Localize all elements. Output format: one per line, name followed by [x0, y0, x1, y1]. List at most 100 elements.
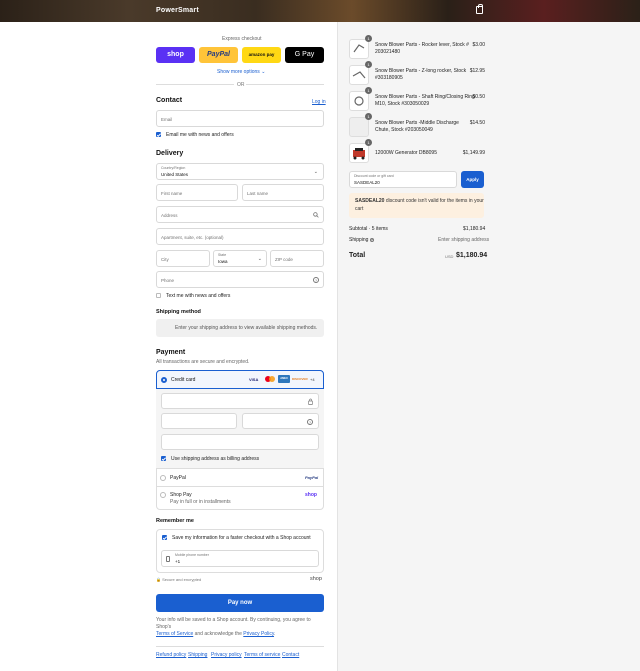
first-name-placeholder: First name	[161, 191, 183, 196]
cart-bag-icon[interactable]	[476, 4, 483, 14]
item-name: Snow Blower Parts -Middle Discharge	[375, 120, 459, 126]
country-select[interactable]: Country/Region United States ⌄	[156, 163, 324, 180]
shop-logo-icon: shop	[310, 576, 322, 582]
shop-privacy-link[interactable]: Privacy Policy	[243, 631, 274, 637]
secure-text: Secure and encrypted	[162, 577, 202, 582]
name-on-card-field[interactable]	[161, 434, 319, 450]
quantity-badge: 1	[365, 35, 372, 42]
shipping-method-heading: Shipping method	[156, 309, 201, 315]
shop-pay-logo-icon: shop	[305, 492, 317, 498]
footer-divider	[156, 646, 324, 647]
shop-pay-option[interactable]: Shop Pay Pay in full or in installments …	[156, 486, 324, 510]
shipping-method-text: Enter your shipping address to view avai…	[175, 325, 318, 331]
city-placeholder: City	[161, 257, 169, 262]
discover-icon: DISCOVER	[292, 377, 308, 381]
store-name[interactable]: PowerSmart	[156, 7, 199, 14]
security-code-field[interactable]: ?	[242, 413, 319, 429]
quantity-badge: 1	[365, 139, 372, 146]
item-name-line2: Chute, Stock #203050049	[375, 127, 433, 133]
total-value: $1,180.94	[456, 252, 488, 259]
visa-icon: VISA	[249, 377, 259, 382]
zip-field[interactable]: ZIP code	[270, 250, 324, 267]
discount-code-label: Discount code or gift card	[354, 174, 394, 178]
address-field[interactable]: Address	[156, 206, 324, 223]
mobile-phone-label: Mobile phone number	[175, 553, 209, 557]
header-banner: PowerSmart	[0, 0, 640, 22]
pay-now-label: Pay now	[227, 600, 253, 606]
paypal-radio[interactable]	[160, 475, 166, 481]
shop-pay-subtext: Pay in full or in installments	[170, 499, 231, 505]
paypal-label: PayPal	[207, 51, 230, 58]
discount-error-code: SASDEAL20	[355, 198, 385, 204]
last-name-field[interactable]: Last name	[242, 184, 324, 201]
shop-terms-link[interactable]: Terms of Service	[156, 631, 193, 637]
phone-field[interactable]: Phone ?	[156, 271, 324, 288]
state-label: State	[218, 253, 227, 257]
shop-notice-text: Your info will be saved to a Shop accoun…	[156, 617, 311, 630]
shipping-policy-link[interactable]: Shipping	[188, 652, 207, 658]
shipping-row-label: Shipping ?	[349, 237, 374, 243]
subtotal-label: Subtotal · 5 items	[349, 226, 388, 232]
item-name-line2: #303180905	[375, 75, 403, 81]
mobile-phone-field[interactable]: Mobile phone number +1	[161, 550, 319, 567]
refund-policy-link[interactable]: Refund policy	[156, 652, 186, 658]
billing-address-label: Use shipping address as billing address	[171, 456, 260, 462]
email-field[interactable]: Email	[156, 110, 324, 127]
state-select[interactable]: State Iowa ⌄	[213, 250, 267, 267]
item-name-line2: 203021480	[375, 49, 401, 55]
amazon-pay-label: amazon pay	[248, 52, 275, 57]
save-info-checkbox[interactable]	[162, 535, 167, 540]
apply-button[interactable]: Apply	[461, 171, 484, 188]
card-number-field[interactable]	[161, 393, 319, 409]
product-thumbnail	[349, 39, 369, 59]
credit-card-option[interactable]: Credit card VISA AMEX DISCOVER +4	[156, 370, 324, 389]
city-field[interactable]: City	[156, 250, 210, 267]
shop-pay-button[interactable]: shop	[156, 47, 195, 63]
shop-pay-label: shop	[167, 51, 184, 58]
email-news-label: Email me with news and offers	[166, 132, 234, 138]
shop-pay-radio[interactable]	[160, 492, 166, 498]
billing-address-checkbox[interactable]	[161, 456, 166, 461]
help-circle-icon[interactable]: ?	[369, 238, 374, 242]
text-news-checkbox[interactable]	[156, 293, 161, 298]
lock-icon	[308, 398, 313, 405]
credit-card-radio[interactable]	[161, 377, 167, 383]
discount-error-message: discount code isn't valid for the items …	[384, 198, 484, 204]
pay-now-button[interactable]: Pay now	[156, 594, 324, 612]
apartment-field[interactable]: Apartment, suite, etc. (optional)	[156, 228, 324, 245]
help-circle-icon[interactable]: ?	[313, 277, 319, 283]
remember-me-box: Save my information for a faster checkou…	[156, 529, 324, 573]
log-in-link[interactable]: Log in	[312, 99, 326, 105]
divider-right	[246, 84, 324, 85]
email-news-checkbox[interactable]	[156, 132, 161, 137]
item-price: $0.50	[472, 94, 485, 100]
quantity-badge: 1	[365, 113, 372, 120]
item-name-line2: M10, Stock #303050029	[375, 101, 430, 107]
apartment-placeholder: Apartment, suite, etc. (optional)	[161, 235, 224, 240]
expiration-date-field[interactable]	[161, 413, 237, 429]
first-name-field[interactable]: First name	[156, 184, 238, 201]
last-name-placeholder: Last name	[247, 191, 269, 196]
state-value: Iowa	[218, 259, 228, 264]
discount-error-notice: SASDEAL20 discount code isn't valid for …	[349, 193, 484, 218]
item-price: $14.50	[469, 120, 485, 126]
contact-link[interactable]: Contact	[282, 652, 299, 658]
discount-code-field[interactable]: Discount code or gift card SASDEAL20	[349, 171, 457, 188]
currency-code: USD	[445, 254, 454, 259]
product-thumbnail	[349, 117, 369, 137]
paypal-option[interactable]: PayPal PayPal	[156, 468, 324, 486]
discount-code-value: SASDEAL20	[354, 180, 380, 185]
help-circle-icon[interactable]: ?	[307, 419, 313, 425]
google-pay-button[interactable]: G Pay	[285, 47, 324, 63]
cart-line-item: 1 Snow Blower Parts -Middle Discharge Ch…	[349, 113, 485, 137]
terms-of-service-link[interactable]: Terms of service	[244, 652, 280, 658]
paypal-button[interactable]: PayPal	[199, 47, 238, 63]
secure-encrypted-text: 🔒 Secure and encrypted	[156, 577, 202, 582]
amex-icon: AMEX	[278, 375, 290, 383]
show-more-options-link[interactable]: Show more options ⌄	[217, 69, 265, 75]
contact-heading: Contact	[156, 97, 183, 104]
privacy-policy-link[interactable]: Privacy policy	[211, 652, 242, 658]
item-price: $12.95	[469, 68, 485, 74]
mobile-phone-icon	[166, 556, 170, 562]
amazon-pay-button[interactable]: amazon pay	[242, 47, 281, 63]
